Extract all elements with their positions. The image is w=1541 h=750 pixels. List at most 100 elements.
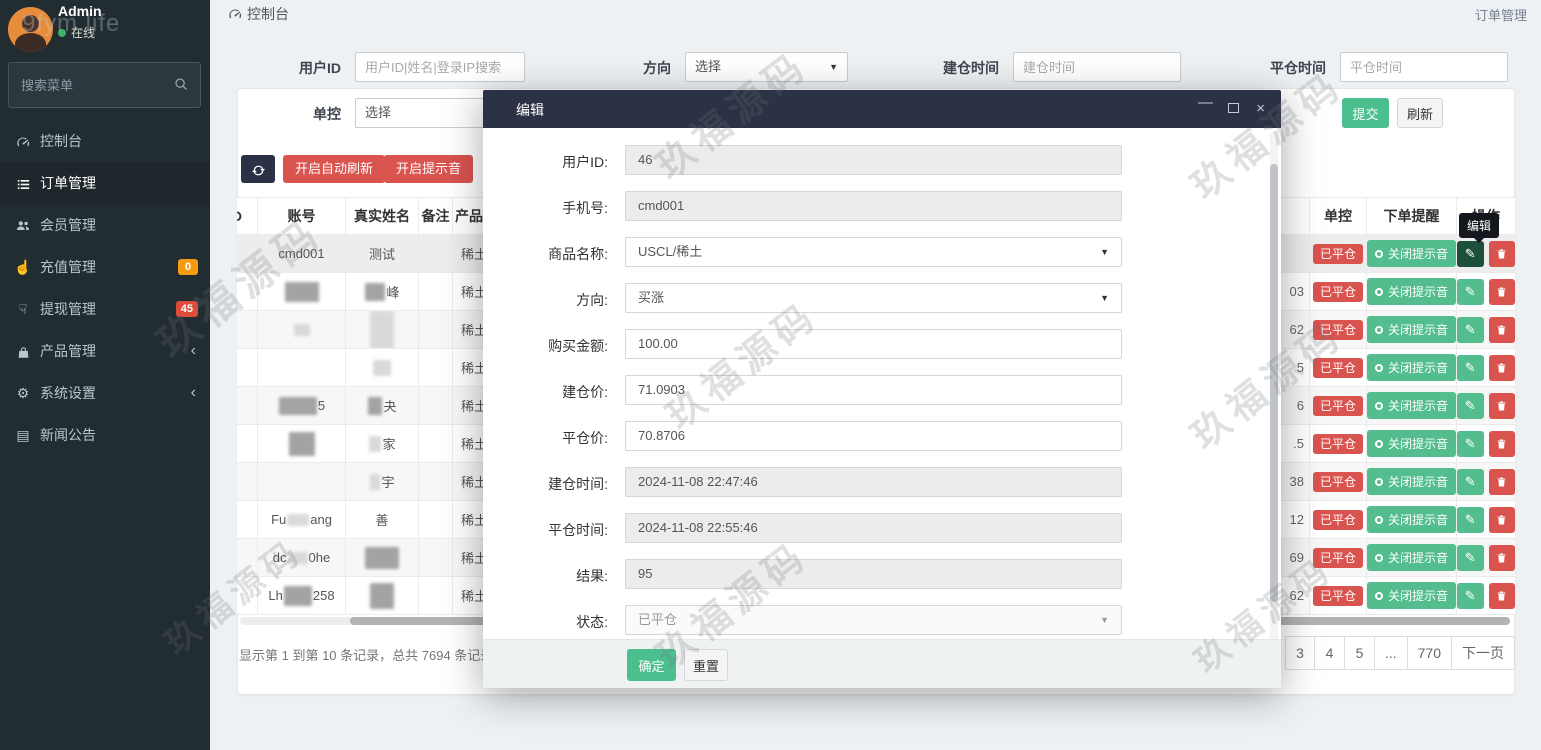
close-sound-button[interactable]: 关闭提示音 [1367,544,1456,571]
page-button[interactable]: 3 [1284,636,1315,670]
delete-button[interactable] [1488,468,1515,495]
field-input[interactable]: 100.00 [625,329,1122,359]
close-time-input[interactable] [1340,52,1508,82]
edit-button[interactable]: ✎ [1457,354,1484,381]
close-icon[interactable]: × [1256,99,1265,119]
circle-icon [1375,439,1383,448]
edit-button[interactable]: ✎ [1457,278,1484,305]
sidebar-item-系统设置[interactable]: ⚙ 系统设置 ‹ [0,372,210,414]
table-refresh-button[interactable] [241,155,275,183]
page-button[interactable]: 770 [1407,636,1452,670]
table-row[interactable]: 62 已平仓 关闭提示音 ✎ [1281,311,1515,349]
cell-control: 已平仓 [1310,539,1367,576]
cell-price-clipped: .5 [1281,425,1310,462]
delete-button[interactable] [1488,506,1515,533]
table-row[interactable]: 38 已平仓 关闭提示音 ✎ [1281,463,1515,501]
control-select-value: 选择 [365,105,392,120]
table-row[interactable]: dc 0he 稀土 [237,539,486,577]
next-page-button[interactable]: 下一页 [1452,636,1515,670]
table-row[interactable]: .5 已平仓 关闭提示音 ✎ [1281,425,1515,463]
table-row[interactable]: 5 夬 稀土 [237,387,486,425]
open-time-input[interactable] [1013,52,1181,82]
table-row[interactable]: 稀土 [237,349,486,387]
field-select[interactable]: 已平仓 ▼ [625,605,1122,635]
close-sound-button[interactable]: 关闭提示音 [1367,354,1456,381]
field-input: 2024-11-08 22:47:46 [625,467,1122,497]
news-icon: ▤ [16,427,30,443]
table-row[interactable]: cmd001 测试 稀土 [237,235,486,273]
table-row[interactable]: 03 已平仓 关闭提示音 ✎ [1281,273,1515,311]
table-row[interactable]: 峰 稀土 [237,273,486,311]
direction-select[interactable]: 选择 ▼ [685,52,848,82]
field-input[interactable]: 71.0903 [625,375,1122,405]
table-row[interactable]: 69 已平仓 关闭提示音 ✎ [1281,539,1515,577]
close-sound-button[interactable]: 关闭提示音 [1367,240,1456,267]
delete-button[interactable] [1488,544,1515,571]
field-label: 平仓时间: [548,522,608,538]
cell-remind: 关闭提示音 [1367,425,1457,462]
table-row[interactable]: Fu ang 善 稀土 [237,501,486,539]
minimize-icon[interactable]: — [1198,93,1213,113]
search-icon[interactable] [174,77,188,96]
maximize-icon[interactable] [1228,103,1239,113]
sidebar-item-产品管理[interactable]: 产品管理 ‹ [0,330,210,372]
table-row[interactable]: 5 已平仓 关闭提示音 ✎ [1281,349,1515,387]
table-row[interactable]: 宇 稀土 [237,463,486,501]
submit-button[interactable]: 提交 [1342,98,1389,128]
sidebar-search-input[interactable] [9,63,169,107]
table-row[interactable]: 62 已平仓 关闭提示音 ✎ [1281,577,1515,615]
confirm-button[interactable]: 确定 [627,649,676,681]
sidebar-item-提现管理[interactable]: ☟ 提现管理 45 [0,288,210,330]
auto-refresh-button[interactable]: 开启自动刷新 [283,155,386,183]
delete-button[interactable] [1488,430,1515,457]
table-row[interactable]: 家 稀土 [237,425,486,463]
sound-toggle-button[interactable]: 开启提示音 [384,155,474,183]
delete-button[interactable] [1488,240,1515,267]
delete-button[interactable] [1488,278,1515,305]
user-status: 在线 [58,24,95,41]
close-sound-button[interactable]: 关闭提示音 [1367,582,1456,609]
edit-button[interactable]: ✎ [1457,544,1484,571]
field-input[interactable]: 70.8706 [625,421,1122,451]
edit-button[interactable]: ✎ [1457,506,1484,533]
table-row[interactable]: 12 已平仓 关闭提示音 ✎ [1281,501,1515,539]
delete-button[interactable] [1488,316,1515,343]
sidebar-item-订单管理[interactable]: 订单管理 [0,162,210,204]
avatar[interactable] [8,7,53,52]
close-sound-button[interactable]: 关闭提示音 [1367,278,1456,305]
sidebar-item-控制台[interactable]: 控制台 [0,120,210,162]
table-row[interactable]: Lh 258 稀土 [237,577,486,615]
field-select[interactable]: USCL/稀土 ▼ [625,237,1122,267]
cell-actions: ✎ [1457,463,1515,500]
delete-button[interactable] [1488,582,1515,609]
edit-button[interactable]: ✎ [1457,582,1484,609]
table-row[interactable]: 稀土 [237,311,486,349]
close-sound-button[interactable]: 关闭提示音 [1367,392,1456,419]
field-value: cmd001 [638,198,685,213]
sidebar-item-会员管理[interactable]: 会员管理 [0,204,210,246]
page-ellipsis[interactable]: ... [1374,636,1408,670]
delete-button[interactable] [1488,354,1515,381]
chevron-left-icon: ‹ [190,342,196,359]
modal-scrollbar[interactable] [1270,132,1278,722]
table-row[interactable]: 6 已平仓 关闭提示音 ✎ [1281,387,1515,425]
edit-button[interactable]: ✎ [1457,316,1484,343]
sidebar-item-新闻公告[interactable]: ▤ 新闻公告 [0,414,210,456]
edit-button[interactable]: ✎ [1457,468,1484,495]
user-id-search-input[interactable] [355,52,525,82]
edit-button[interactable]: ✎ [1457,430,1484,457]
close-sound-button[interactable]: 关闭提示音 [1367,506,1456,533]
delete-button[interactable] [1488,392,1515,419]
refresh-button[interactable]: 刷新 [1397,98,1443,128]
scrollbar-thumb[interactable] [1270,164,1278,602]
page-button[interactable]: 5 [1344,636,1375,670]
close-sound-button[interactable]: 关闭提示音 [1367,316,1456,343]
close-sound-button[interactable]: 关闭提示音 [1367,468,1456,495]
sidebar-item-充值管理[interactable]: ☝ 充值管理 0 [0,246,210,288]
close-sound-button[interactable]: 关闭提示音 [1367,430,1456,457]
field-select[interactable]: 买涨 ▼ [625,283,1122,313]
edit-button[interactable]: ✎ [1457,392,1484,419]
page-button[interactable]: 4 [1314,636,1345,670]
reset-button[interactable]: 重置 [684,649,728,681]
edit-modal-header[interactable]: 编辑 — × [483,90,1281,128]
